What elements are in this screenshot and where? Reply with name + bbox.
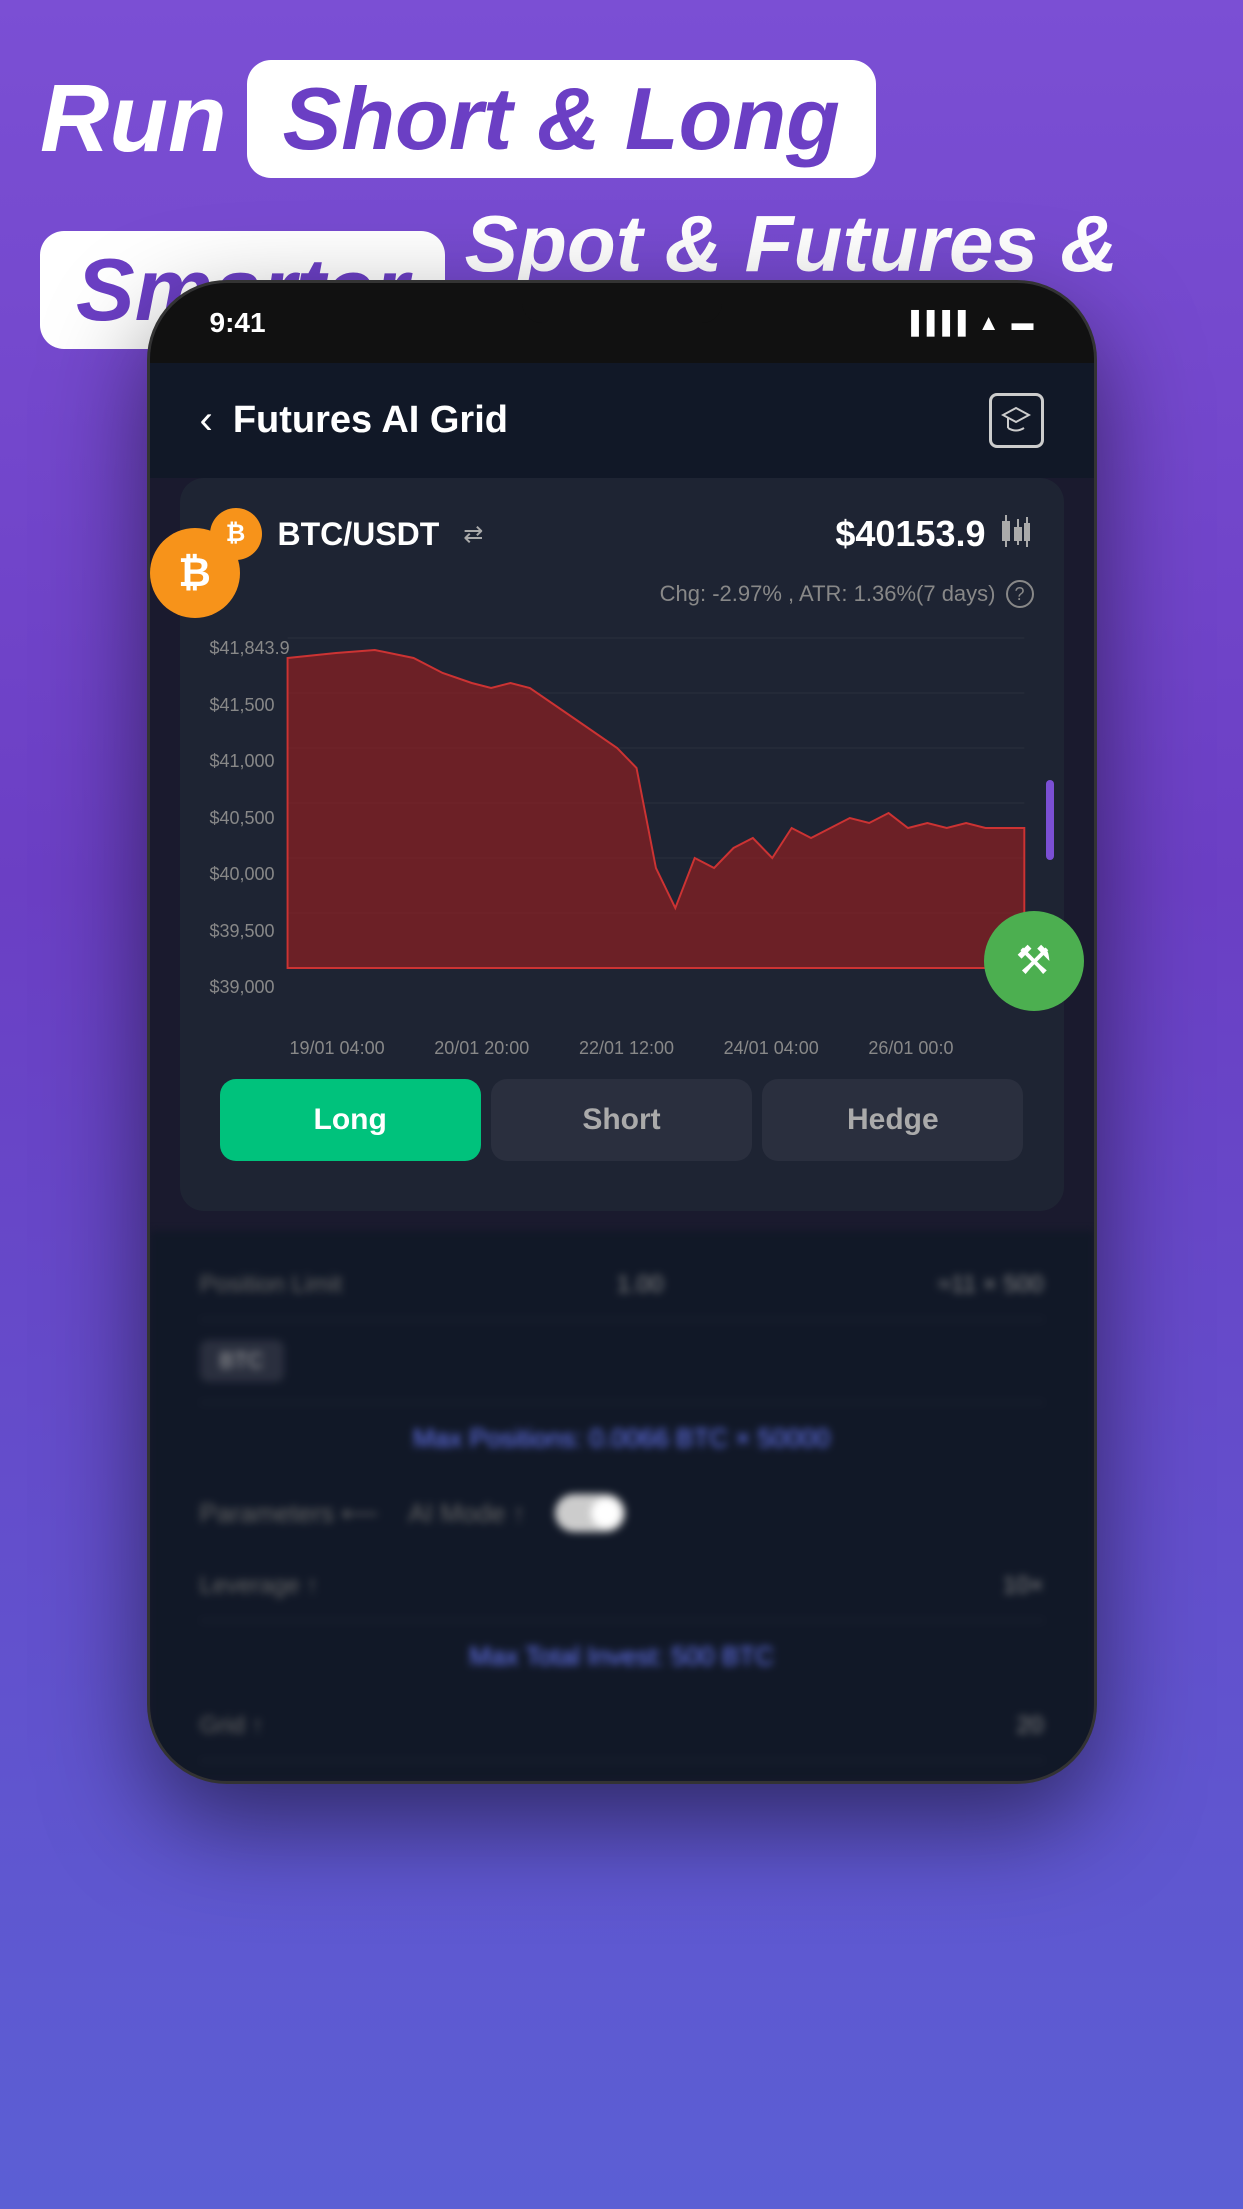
cap-icon-button[interactable] bbox=[989, 393, 1044, 448]
phone-notch bbox=[522, 283, 722, 323]
ai-mode-toggle[interactable] bbox=[555, 1494, 625, 1532]
blurred-row-3: Leverage ↑ 10× bbox=[200, 1552, 1044, 1621]
leverage-label: Leverage ↑ bbox=[200, 1572, 319, 1600]
info-icon[interactable]: ? bbox=[1006, 580, 1034, 608]
status-bar: 9:41 ▐▐▐▐ ▲ ▬ bbox=[150, 283, 1094, 363]
battery-icon: ▬ bbox=[1012, 310, 1034, 336]
params-label: Parameters ⟵ bbox=[200, 1498, 379, 1529]
title-highlight-box: Short & Long bbox=[247, 60, 876, 178]
position-limit-value: 1.00 bbox=[617, 1271, 664, 1299]
chart-scrollbar[interactable] bbox=[1046, 780, 1054, 860]
blurred-params-row: Parameters ⟵ AI Mode ↑ bbox=[200, 1474, 1044, 1552]
chart-area: $41,843.9 $41,500 $41,000 $40,500 $40,00… bbox=[210, 628, 1034, 1008]
y-label-6: $39,500 bbox=[210, 921, 290, 942]
trading-card-header: ₿ BTC/USDT ⇄ $40153.9 bbox=[210, 508, 1034, 560]
chart-change-text: Chg: -2.97% , ATR: 1.36%(7 days) bbox=[660, 581, 996, 607]
blurred-row-2: BTC bbox=[200, 1320, 1044, 1403]
x-label-4: 24/01 04:00 bbox=[724, 1038, 819, 1059]
trading-card: ₿ ₿ BTC/USDT ⇄ $40153.9 bbox=[180, 478, 1064, 1211]
float-green-icon: ⚒ bbox=[984, 911, 1084, 1011]
x-axis-labels: 19/01 04:00 20/01 20:00 22/01 12:00 24/0… bbox=[210, 1038, 1034, 1059]
back-button[interactable]: ‹ bbox=[200, 398, 213, 443]
status-icons: ▐▐▐▐ ▲ ▬ bbox=[903, 310, 1033, 336]
blurred-row-4: Grid ↑ 20 bbox=[200, 1692, 1044, 1761]
extra-row-value: 20 bbox=[1017, 1712, 1044, 1740]
x-label-1: 19/01 04:00 bbox=[290, 1038, 385, 1059]
app-header: ‹ Futures AI Grid bbox=[150, 363, 1094, 478]
blurred-section: Position Limit 1.00 ≈11 × 500 BTC Max Po… bbox=[150, 1231, 1094, 1781]
x-label-2: 20/01 20:00 bbox=[434, 1038, 529, 1059]
signal-icon: ▐▐▐▐ bbox=[903, 310, 965, 336]
chart-info: Chg: -2.97% , ATR: 1.36%(7 days) ? bbox=[210, 580, 1034, 608]
price-chart-svg bbox=[210, 628, 1034, 1008]
blurred-row-1: Position Limit 1.00 ≈11 × 500 bbox=[200, 1251, 1044, 1320]
y-label-2: $41,500 bbox=[210, 695, 290, 716]
tab-short[interactable]: Short bbox=[491, 1079, 752, 1161]
app-title: Futures AI Grid bbox=[233, 399, 508, 442]
swap-icon[interactable]: ⇄ bbox=[463, 520, 483, 549]
wifi-icon: ▲ bbox=[978, 310, 1000, 336]
tabs-row: Long Short Hedge bbox=[210, 1079, 1034, 1181]
position-limit-label: Position Limit bbox=[200, 1271, 343, 1299]
position-limit-extra: ≈11 × 500 bbox=[938, 1271, 1043, 1299]
max-positions-text: Max Positions: 0.0066 BTC × 50000 bbox=[200, 1403, 1044, 1474]
extra-row-label: Grid ↑ bbox=[200, 1712, 264, 1740]
leverage-value: 10× bbox=[1003, 1572, 1044, 1600]
tab-hedge[interactable]: Hedge bbox=[762, 1079, 1023, 1161]
phone-time: 9:41 bbox=[210, 307, 266, 339]
title-line1: Run Short & Long bbox=[40, 60, 1203, 178]
y-label-7: $39,000 bbox=[210, 977, 290, 998]
tab-long[interactable]: Long bbox=[220, 1079, 481, 1161]
title-run-text: Run bbox=[40, 64, 227, 174]
y-label-1: $41,843.9 bbox=[210, 638, 290, 659]
ai-mode-label: AI Mode ↑ bbox=[408, 1498, 525, 1529]
y-label-3: $41,000 bbox=[210, 751, 290, 772]
phone-mockup: 9:41 ▐▐▐▐ ▲ ▬ ‹ Futures AI Grid bbox=[147, 280, 1097, 1784]
x-label-3: 22/01 12:00 bbox=[579, 1038, 674, 1059]
float-btc-icon: ₿ bbox=[150, 528, 240, 618]
max-total-text: Max Total Invest: 500 BTC bbox=[200, 1621, 1044, 1692]
y-label-5: $40,000 bbox=[210, 864, 290, 885]
x-label-5: 26/01 00:0 bbox=[868, 1038, 953, 1059]
candle-chart-icon[interactable] bbox=[998, 513, 1034, 556]
y-axis-labels: $41,843.9 $41,500 $41,000 $40,500 $40,00… bbox=[210, 628, 290, 1008]
btc-pair: BTC/USDT bbox=[278, 516, 440, 553]
phone-container: 9:41 ▐▐▐▐ ▲ ▬ ‹ Futures AI Grid bbox=[147, 280, 1097, 1784]
btc-tag: BTC bbox=[200, 1340, 284, 1382]
price-value: $40153.9 bbox=[835, 513, 985, 555]
y-label-4: $40,500 bbox=[210, 808, 290, 829]
app-header-left: ‹ Futures AI Grid bbox=[200, 398, 509, 443]
btc-info: ₿ BTC/USDT ⇄ bbox=[210, 508, 484, 560]
btc-price: $40153.9 bbox=[835, 513, 1033, 556]
